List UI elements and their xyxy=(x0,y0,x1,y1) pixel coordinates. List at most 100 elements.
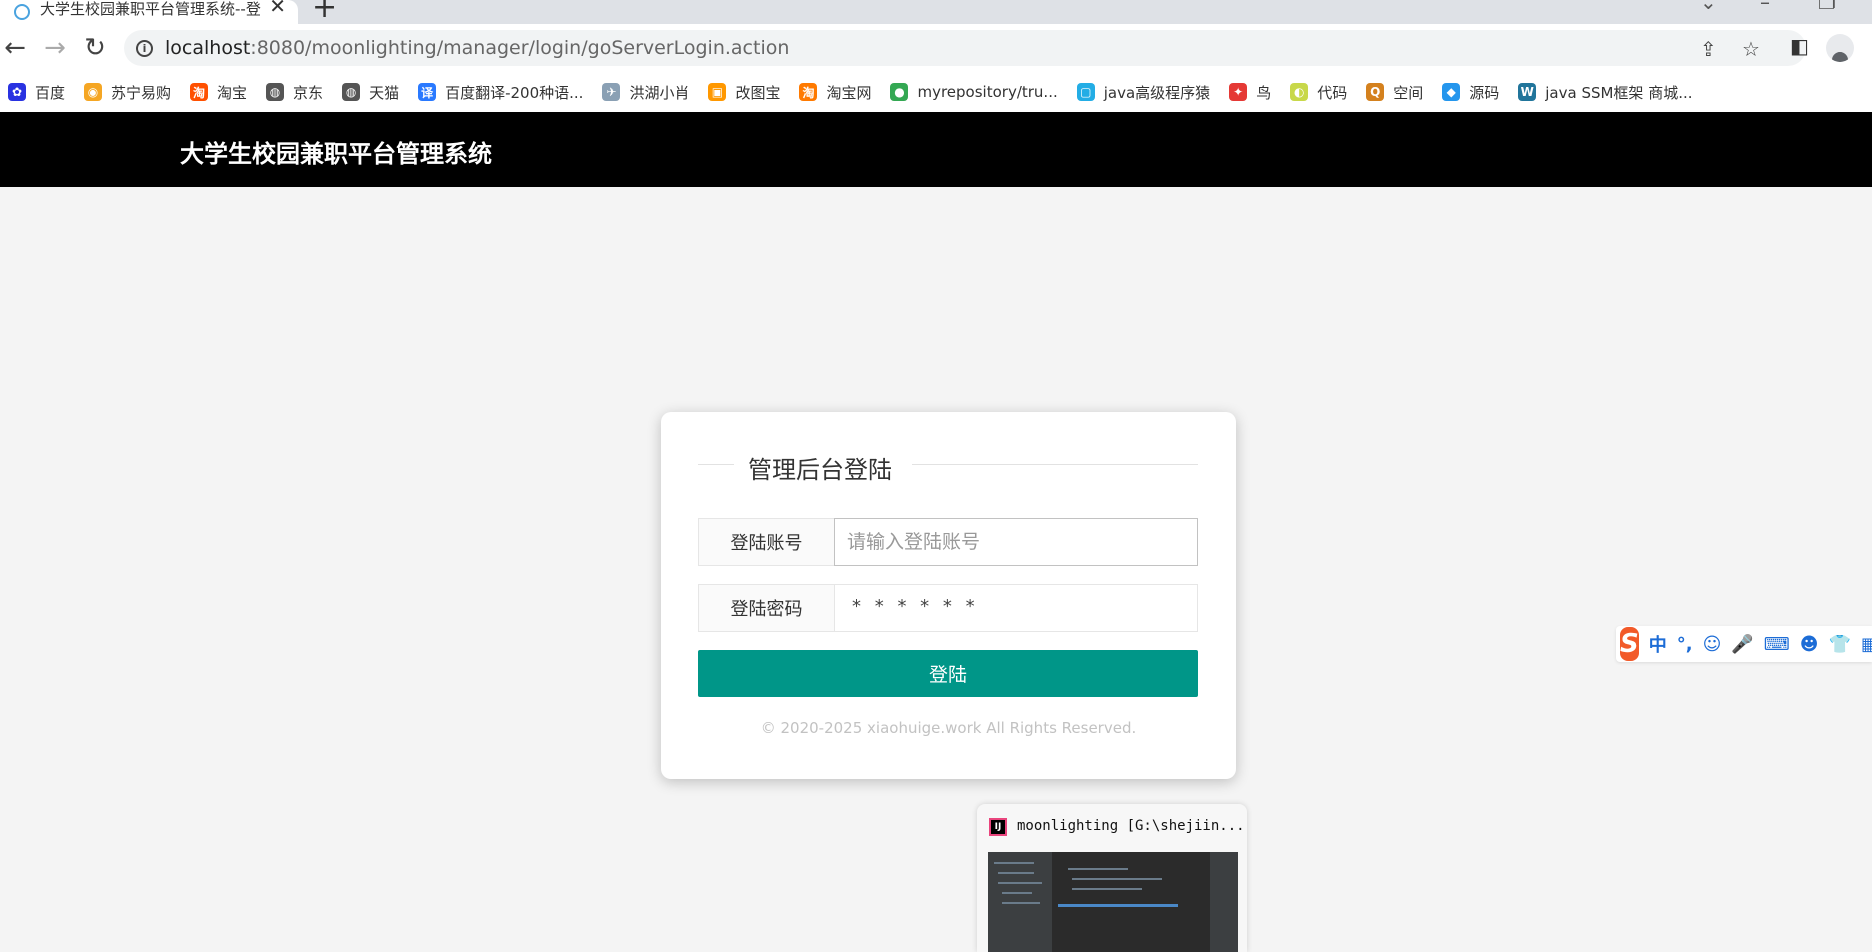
bookmark-label: myrepository/tru... xyxy=(917,83,1058,101)
bookmark-label: 京东 xyxy=(293,83,324,102)
bookmark-label: 苏宁易购 xyxy=(111,83,172,102)
image-icon: ▣ xyxy=(708,83,727,101)
tab-title: 大学生校园兼职平台管理系统--登 xyxy=(40,0,261,18)
thumb-line xyxy=(994,862,1034,864)
thumb-line xyxy=(998,872,1034,874)
bookmark-item[interactable]: ✦ 鸟 xyxy=(1229,82,1271,103)
space-icon: Q xyxy=(1366,83,1385,101)
baidu-icon: ✿ xyxy=(8,83,26,101)
taobao-icon: 淘 xyxy=(799,83,818,101)
bookmark-label: java SSM框架 商城... xyxy=(1545,83,1693,102)
minimize-button[interactable]: – xyxy=(1760,0,1770,14)
restore-button[interactable]: ❐ xyxy=(1818,0,1836,14)
browser-tab[interactable]: 大学生校园兼职平台管理系统--登 ✕ xyxy=(0,0,298,24)
intellij-icon: IJ xyxy=(989,818,1007,836)
address-bar[interactable]: i localhost:8080/moonlighting/manager/lo… xyxy=(124,30,1806,66)
thumb-line xyxy=(1002,892,1032,894)
ime-skin-icon[interactable]: 👕 xyxy=(1829,634,1851,655)
tab-favicon-icon xyxy=(14,4,30,20)
bookmark-star-icon[interactable]: ☆ xyxy=(1742,37,1760,61)
bookmark-item[interactable]: ◉ 苏宁易购 xyxy=(84,82,171,103)
share-icon[interactable]: ⇪ xyxy=(1700,37,1717,61)
bookmark-item[interactable]: 淘淘宝网 xyxy=(799,82,871,103)
url-path: :8080/moonlighting/manager/login/goServe… xyxy=(250,37,790,59)
code-icon: ◐ xyxy=(1290,83,1309,101)
bookmark-label: 百度 xyxy=(35,83,66,102)
password-label: 登陆密码 xyxy=(698,584,835,632)
tab-close-icon[interactable]: ✕ xyxy=(269,0,286,18)
bookmark-label: 洪湖小肖 xyxy=(629,83,690,102)
chrome-icon: ● xyxy=(890,83,909,101)
suning-icon: ◉ xyxy=(84,83,103,101)
ime-toolbox-icon[interactable]: ▦ xyxy=(1861,634,1872,655)
copyright-text: © 2020-2025 xiaohuige.work All Rights Re… xyxy=(760,719,1137,737)
password-row: 登陆密码 * * * * * * xyxy=(698,584,1198,632)
ime-punctuation-icon[interactable]: °, xyxy=(1677,634,1693,655)
globe-icon: ◍ xyxy=(342,83,361,101)
bookmark-label: 源码 xyxy=(1469,83,1500,102)
browser-toolbar: ← → ↻ i localhost:8080/moonlighting/mana… xyxy=(0,24,1872,72)
bookmark-item[interactable]: ◍ 天猫 xyxy=(342,82,399,103)
bookmark-item[interactable]: 译百度翻译-200种语... xyxy=(418,82,583,103)
sogou-logo-icon[interactable]: S xyxy=(1620,627,1639,661)
login-heading: 管理后台登陆 xyxy=(748,456,892,484)
bookmark-label: 淘宝网 xyxy=(826,83,872,102)
thumb-line xyxy=(1068,868,1128,870)
site-header: 大学生校园兼职平台管理系统 xyxy=(0,112,1872,187)
bookmark-item[interactable]: ◆ 源码 xyxy=(1442,82,1499,103)
preview-thumbnail xyxy=(988,852,1238,952)
reload-icon[interactable]: ↻ xyxy=(80,34,110,62)
url-text[interactable]: localhost:8080/moonlighting/manager/logi… xyxy=(165,37,789,59)
profile-avatar-icon[interactable] xyxy=(1826,34,1854,62)
ime-toolbar: S 中 °, ☺ 🎤 ⌨ ☻ 👕 ▦ xyxy=(1616,626,1872,662)
bookmarks-bar: ✿ 百度 ◉ 苏宁易购淘淘宝 ◍ 京东 ◍ 天猫译百度翻译-200种语... ✈ 洪湖小肖 ▣ 改图宝… xyxy=(0,72,1872,112)
bookmark-item[interactable]: ▣ 改图宝 xyxy=(708,82,780,103)
bookmark-item[interactable]: 淘淘宝 xyxy=(190,82,247,103)
bookmark-label: 代码 xyxy=(1317,83,1348,102)
translate-icon: 译 xyxy=(418,83,437,101)
password-placeholder: * * * * * * xyxy=(852,596,979,617)
bookmark-item[interactable]: Wjava SSM框架 商城... xyxy=(1518,82,1693,103)
thumb-side-panel xyxy=(1210,852,1238,952)
bookmark-item[interactable]: ◍ 京东 xyxy=(266,82,323,103)
ime-keyboard-icon[interactable]: ⌨ xyxy=(1764,634,1790,655)
new-tab-button[interactable]: + xyxy=(312,0,337,25)
side-panel-icon[interactable]: ◧ xyxy=(1790,34,1809,58)
account-row: 登陆账号 xyxy=(698,518,1198,566)
ime-user-icon[interactable]: ☻ xyxy=(1800,634,1819,655)
taobao-icon: 淘 xyxy=(190,83,209,101)
bookmark-item[interactable]: ✈ 洪湖小肖 xyxy=(602,82,689,103)
ime-emoji-icon[interactable]: ☺ xyxy=(1703,634,1722,655)
ime-chinese-mode-icon[interactable]: 中 xyxy=(1649,631,1667,657)
url-host: localhost xyxy=(165,37,251,59)
site-info-icon[interactable]: i xyxy=(136,39,153,57)
login-legend: 管理后台登陆 xyxy=(698,442,1198,486)
bookmark-label: 天猫 xyxy=(369,83,400,102)
bookmark-item[interactable]: Q 空间 xyxy=(1366,82,1423,103)
bookmark-label: 改图宝 xyxy=(735,83,781,102)
back-arrow-icon[interactable]: ← xyxy=(0,34,30,62)
bookmark-label: 淘宝 xyxy=(217,83,248,102)
thumb-line xyxy=(1072,888,1142,890)
thumb-highlight xyxy=(1058,904,1178,907)
bookmark-item[interactable]: ✿ 百度 xyxy=(8,82,65,103)
tab-search-icon[interactable]: ⌄ xyxy=(1700,0,1717,14)
bookmark-label: java高级程序猿 xyxy=(1103,83,1211,102)
legend-line-left xyxy=(698,464,734,465)
thumb-line xyxy=(998,882,1042,884)
docker-icon: ◆ xyxy=(1442,83,1461,101)
login-card: 管理后台登陆 登陆账号 登陆密码 * * * * * * 登陆 © 2020-2… xyxy=(661,412,1236,779)
taskbar-window-preview[interactable]: IJ moonlighting [G:\shejiin... xyxy=(977,804,1247,952)
bookmark-item[interactable]: ▢ java高级程序猿 xyxy=(1076,82,1211,103)
bookmark-label: 百度翻译-200种语... xyxy=(445,83,584,102)
login-button[interactable]: 登陆 xyxy=(698,650,1198,697)
account-input[interactable] xyxy=(834,518,1198,566)
forward-arrow-icon[interactable]: → xyxy=(40,34,70,62)
bird-icon: ✈ xyxy=(602,83,621,101)
bookmark-item[interactable]: ◐ 代码 xyxy=(1290,82,1347,103)
bookmark-label: 空间 xyxy=(1393,83,1424,102)
bookmark-item[interactable]: ● myrepository/tru... xyxy=(890,83,1058,101)
ime-voice-icon[interactable]: 🎤 xyxy=(1731,634,1753,655)
thumb-line xyxy=(1002,902,1040,904)
wordpress-icon: W xyxy=(1518,83,1537,101)
